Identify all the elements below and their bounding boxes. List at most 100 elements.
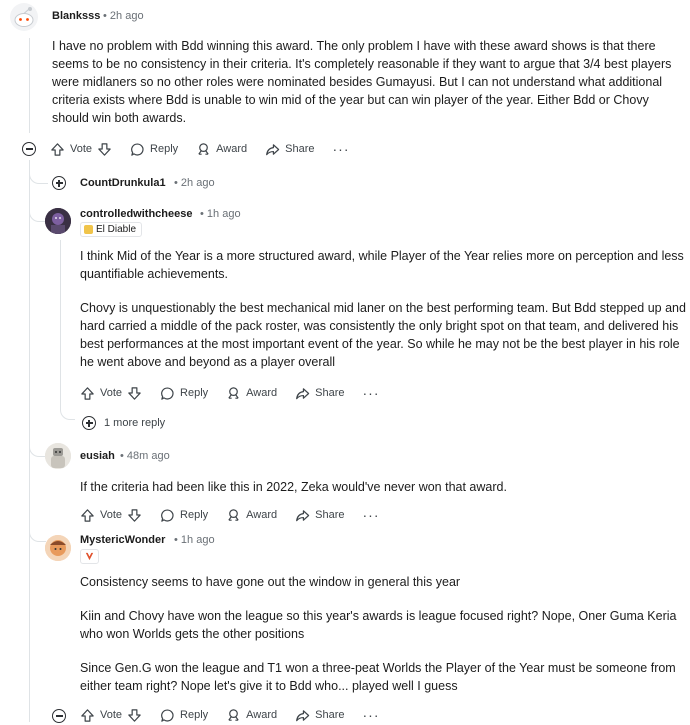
comment-meta: • 2h ago [174, 177, 215, 189]
comment-paragraph: I think Mid of the Year is a more struct… [80, 249, 684, 281]
upvote-button[interactable]: Vote [50, 142, 112, 157]
more-options-button[interactable]: ··· [363, 507, 380, 523]
award-icon [228, 708, 239, 721]
comment-actions: Vote Reply Award Share ··· [50, 139, 368, 159]
minus-icon [55, 715, 63, 717]
award-button[interactable]: Award [196, 142, 247, 157]
share-label: Share [315, 387, 345, 399]
upvote-button[interactable]: Vote [80, 386, 142, 401]
thread-branch [29, 523, 46, 542]
comment-username[interactable]: Blanksss [52, 10, 100, 22]
avatar[interactable] [45, 208, 71, 234]
comment-body: I think Mid of the Year is a more struct… [80, 247, 688, 387]
share-arrow-icon [296, 709, 310, 721]
comment-time: 2h ago [109, 10, 144, 22]
downvote-arrow-icon[interactable] [97, 142, 112, 157]
share-button[interactable]: Share [295, 386, 345, 401]
comment-body: I have no problem with Bdd winning this … [52, 37, 686, 143]
comment-username[interactable]: eusiah [80, 450, 115, 462]
comment-paragraph: Chovy is unquestionably the best mechani… [80, 301, 686, 369]
avatar[interactable] [45, 443, 71, 469]
comment-time: 1h ago [206, 208, 241, 220]
comment-meta: • 48m ago [120, 450, 170, 462]
chat-bubble-icon [161, 708, 174, 722]
reply-button[interactable]: Reply [130, 142, 178, 157]
minus-icon [25, 148, 33, 150]
meta-separator: • [200, 208, 204, 220]
character-avatar-icon [45, 443, 71, 469]
upvote-arrow-icon [81, 508, 94, 522]
share-arrow-icon [296, 509, 310, 521]
award-button[interactable]: Award [226, 386, 277, 401]
comment-time: 1h ago [180, 534, 215, 546]
thread-branch [29, 172, 48, 184]
comment-paragraph: Since Gen.G won the league and T1 won a … [80, 661, 676, 693]
more-options-button[interactable]: ··· [363, 385, 380, 401]
downvote-arrow-icon[interactable] [127, 708, 142, 723]
character-avatar-icon [45, 208, 71, 234]
share-button[interactable]: Share [295, 708, 345, 723]
flair-label: El Diable [96, 224, 137, 235]
reply-button[interactable]: Reply [160, 708, 208, 723]
more-options-button[interactable]: ··· [363, 707, 380, 723]
vote-label: Vote [100, 387, 123, 399]
vote-label: Vote [100, 709, 123, 721]
share-arrow-icon [266, 143, 280, 155]
thread-branch [29, 207, 46, 222]
more-options-button[interactable]: ··· [333, 141, 350, 157]
upvote-button[interactable]: Vote [80, 508, 142, 523]
meta-separator: • [174, 177, 178, 189]
collapse-button[interactable] [52, 709, 66, 723]
chat-bubble-icon [161, 386, 174, 400]
flair-emoji-icon [84, 225, 93, 234]
avatar[interactable] [45, 535, 71, 561]
comment-paragraph: If the criteria had been like this in 20… [80, 480, 507, 494]
share-button[interactable]: Share [295, 508, 345, 523]
share-label: Share [315, 709, 345, 721]
comment-paragraph: I have no problem with Bdd winning this … [52, 39, 672, 125]
comment-username[interactable]: MystericWonder [80, 534, 165, 546]
award-label: Award [246, 709, 278, 721]
award-button[interactable]: Award [226, 708, 277, 723]
award-label: Award [246, 509, 278, 521]
expand-replies-button[interactable] [82, 416, 96, 430]
downvote-arrow-icon[interactable] [127, 508, 142, 523]
comment-paragraph: Kiin and Chovy have won the league so th… [80, 609, 677, 641]
reply-label: Reply [180, 709, 209, 721]
award-icon [228, 386, 239, 399]
reply-label: Reply [150, 143, 179, 155]
comment-body: Consistency seems to have gone out the w… [80, 573, 688, 711]
collapse-button[interactable] [22, 142, 36, 156]
share-label: Share [285, 143, 315, 155]
meta-separator: • [174, 534, 178, 546]
avatar[interactable] [9, 2, 39, 32]
comment-time: 48m ago [126, 450, 170, 462]
downvote-arrow-icon[interactable] [127, 386, 142, 401]
chat-bubble-icon [161, 508, 174, 522]
comment-actions: Vote Reply Award Share ··· [80, 505, 398, 525]
award-button[interactable]: Award [226, 508, 277, 523]
comment-meta: • 2h ago [103, 10, 144, 22]
comment-time: 2h ago [180, 177, 215, 189]
comment-username[interactable]: controlledwithcheese [80, 208, 192, 220]
comment-username[interactable]: CountDrunkula1 [80, 177, 166, 189]
award-icon [198, 142, 209, 155]
meta-separator: • [120, 450, 124, 462]
thread-branch [29, 440, 46, 457]
more-replies-link[interactable]: 1 more reply [104, 417, 165, 429]
comment-meta: • 1h ago [174, 534, 215, 546]
character-avatar-icon [45, 535, 71, 561]
user-flair: El Diable [80, 222, 143, 237]
upvote-arrow-icon [81, 708, 94, 722]
upvote-button[interactable]: Vote [80, 708, 142, 723]
award-icon [228, 508, 239, 521]
share-button[interactable]: Share [265, 142, 315, 157]
reply-button[interactable]: Reply [160, 508, 208, 523]
meta-separator: • [103, 10, 107, 22]
thread-branch [60, 405, 75, 420]
reply-button[interactable]: Reply [160, 386, 208, 401]
reply-label: Reply [180, 509, 209, 521]
expand-button[interactable] [52, 176, 66, 190]
comment-actions: Vote Reply Award Share ··· [80, 705, 398, 725]
chat-bubble-icon [131, 142, 144, 156]
